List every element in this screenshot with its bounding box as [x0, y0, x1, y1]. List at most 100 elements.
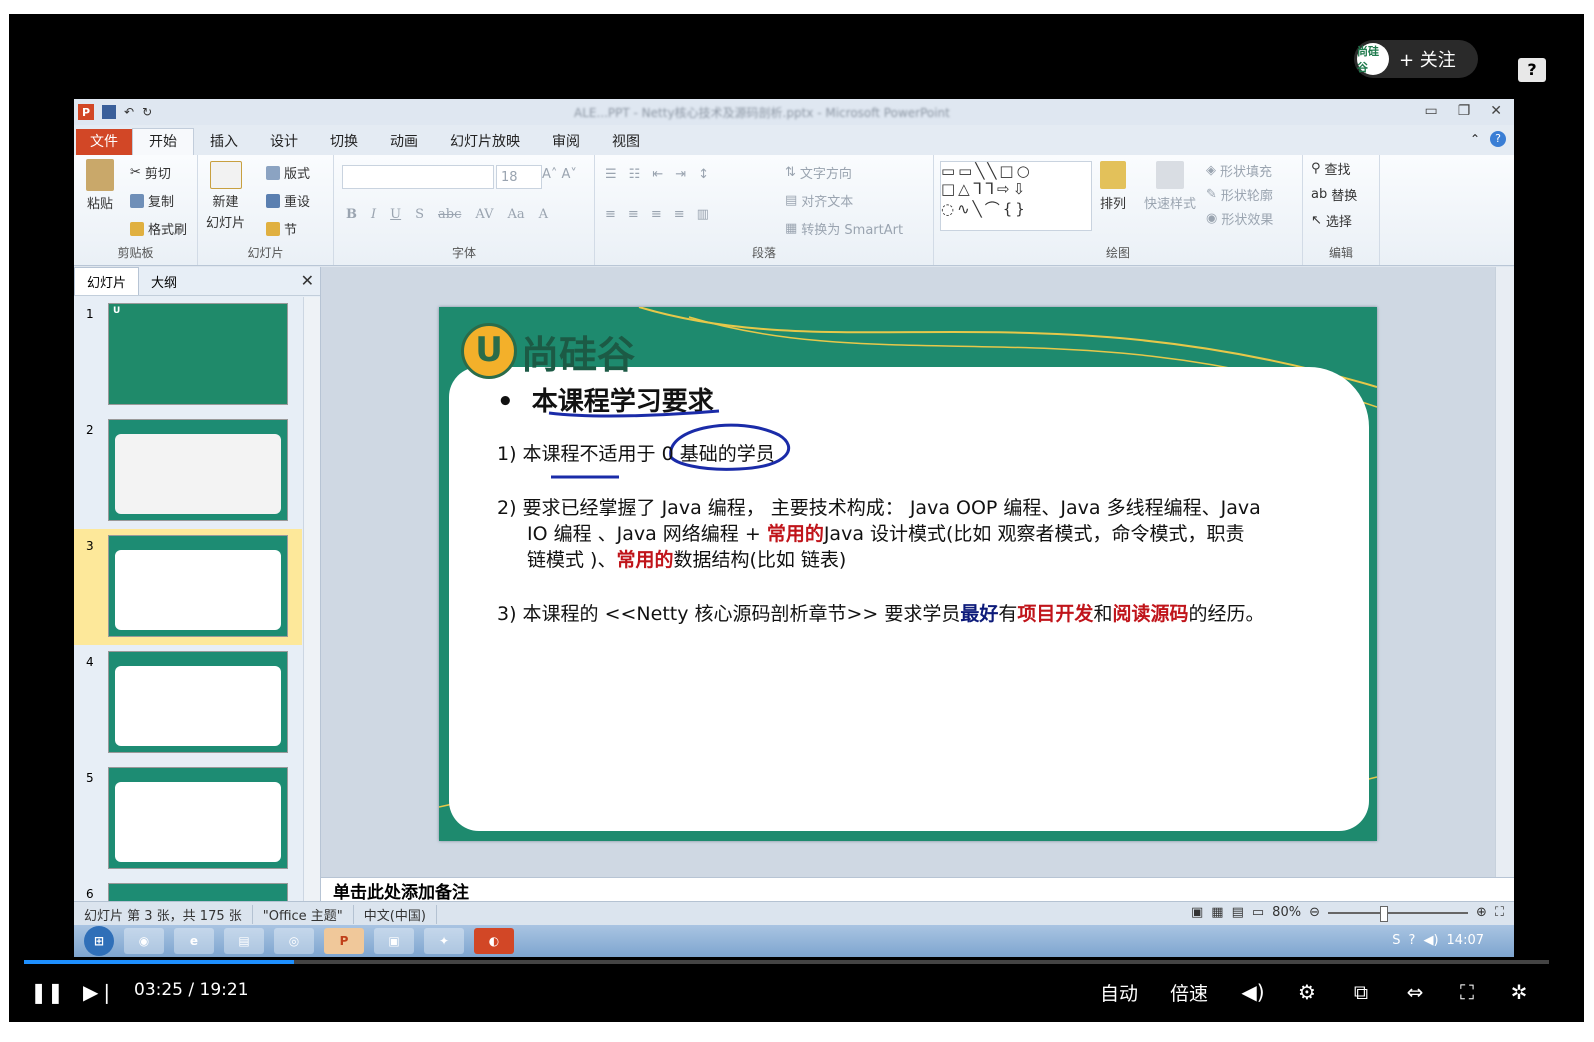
slide-thumbnail-selected[interactable]: 3	[74, 529, 302, 645]
restore-icon[interactable]: ❐	[1458, 103, 1471, 119]
paste-button[interactable]: 粘贴	[86, 159, 114, 212]
char-spacing-icon[interactable]: AV	[475, 207, 493, 222]
shapes-gallery[interactable]: ▭▭╲╲□○ □△ᒣᒣ⇨⇩ ◌∿╲⌒{}	[940, 161, 1092, 231]
zoom-in-icon[interactable]: ⊕	[1476, 905, 1487, 920]
video-player[interactable]: 尚硅谷 + 关注 ? P ↶ ↻ ALE...PPT - Netty核心技术及源…	[9, 14, 1584, 1022]
taskbar-app-1[interactable]: ◉	[124, 928, 164, 954]
replace-button[interactable]: ab 替换	[1311, 185, 1357, 204]
slide-thumbnail[interactable]: 2	[74, 413, 302, 529]
font-name-select[interactable]	[342, 165, 494, 189]
pip-icon[interactable]: ⧉	[1344, 972, 1378, 1012]
taskbar-powerpoint-icon[interactable]: P	[324, 928, 364, 954]
auto-quality-button[interactable]: 自动	[1094, 972, 1144, 1012]
editor-scrollbar[interactable]	[1495, 267, 1514, 877]
tab-view[interactable]: 视图	[596, 129, 656, 155]
snapshot-icon[interactable]: ✲	[1502, 972, 1536, 1012]
current-slide[interactable]: U 尚硅谷 • 本课程学习要求 1) 本课程不适用于 0 基础的学员 2) 要求…	[439, 307, 1377, 841]
progress-bar[interactable]	[24, 960, 1549, 964]
start-button[interactable]: ⊞	[84, 926, 114, 956]
volume-icon[interactable]: ◀)	[1236, 972, 1270, 1012]
taskbar-browser-icon[interactable]: ◎	[274, 928, 314, 954]
slide-thumbnail[interactable]: 4	[74, 645, 302, 761]
section-button[interactable]: 节	[266, 219, 297, 238]
next-icon[interactable]: ▶❘	[83, 972, 115, 1012]
line-spacing-icon[interactable]: ↕	[698, 167, 709, 182]
slideshow-view-icon[interactable]: ▭	[1252, 905, 1264, 920]
help-icon[interactable]: ?	[1518, 58, 1546, 82]
taskbar-app-3[interactable]: ✦	[424, 928, 464, 954]
tray-icon[interactable]: S	[1392, 933, 1400, 948]
pause-icon[interactable]: ❚❚	[30, 972, 64, 1012]
tray-help-icon[interactable]: ?	[1409, 933, 1416, 948]
outdent-icon[interactable]: ⇥	[675, 167, 686, 182]
find-button[interactable]: ⚲ 查找	[1311, 159, 1351, 178]
undo-icon[interactable]: ↶	[124, 105, 134, 119]
help-question-icon[interactable]: ?	[1490, 131, 1506, 147]
slide-thumbnail[interactable]: 6	[74, 877, 302, 901]
save-icon[interactable]	[102, 105, 116, 119]
align-right-icon[interactable]: ≡	[651, 207, 662, 222]
fullscreen-icon[interactable]: ⛶	[1450, 972, 1484, 1012]
zoom-level[interactable]: 80%	[1272, 905, 1301, 920]
indent-icon[interactable]: ⇤	[652, 167, 663, 182]
justify-icon[interactable]: ≡	[674, 207, 685, 222]
close-pane-icon[interactable]: ✕	[301, 271, 314, 290]
italic-icon[interactable]: I	[371, 207, 376, 222]
close-icon[interactable]: ✕	[1490, 103, 1502, 119]
layout-button[interactable]: 版式	[266, 163, 310, 182]
slide-thumbnail[interactable]: 1 U	[74, 297, 302, 413]
bold-icon[interactable]: B	[346, 207, 357, 222]
font-color-icon[interactable]: A	[539, 207, 548, 222]
taskbar-folder-icon[interactable]: ▤	[224, 928, 264, 954]
redo-icon[interactable]: ↻	[142, 105, 152, 119]
arrange-button[interactable]: 排列	[1100, 161, 1126, 212]
tab-slides-pane[interactable]: 幻灯片	[74, 267, 140, 295]
tab-home[interactable]: 开始	[132, 128, 194, 155]
speed-button[interactable]: 倍速	[1164, 972, 1214, 1012]
change-case-icon[interactable]: Aa	[508, 207, 525, 222]
reset-button[interactable]: 重设	[266, 191, 310, 210]
widescreen-icon[interactable]: ⇔	[1398, 972, 1432, 1012]
slides-pane-scrollbar[interactable]	[303, 297, 320, 901]
shape-fill-button[interactable]: ◈ 形状填充	[1206, 161, 1272, 180]
bullets-icon[interactable]: ☰	[605, 167, 617, 182]
minimize-icon[interactable]: ▭	[1424, 103, 1437, 119]
shape-effects-button[interactable]: ◉ 形状效果	[1206, 209, 1273, 228]
align-text-button[interactable]: ▤ 对齐文本	[785, 191, 853, 210]
shadow-icon[interactable]: S	[415, 207, 424, 222]
zoom-slider[interactable]	[1327, 905, 1468, 922]
tab-file[interactable]: 文件	[76, 129, 132, 155]
font-size-select[interactable]: 18	[496, 165, 542, 189]
zoom-slider-knob[interactable]	[1379, 905, 1388, 922]
strikethrough-icon[interactable]: abc	[438, 207, 461, 222]
format-painter-button[interactable]: 格式刷	[130, 219, 187, 238]
follow-button[interactable]: 尚硅谷 + 关注	[1354, 40, 1478, 78]
tab-slideshow[interactable]: 幻灯片放映	[434, 129, 536, 155]
align-center-icon[interactable]: ≡	[628, 207, 639, 222]
grow-font-icon[interactable]: A˄ A˅	[542, 167, 577, 182]
reading-view-icon[interactable]: ▤	[1232, 905, 1244, 920]
collapse-ribbon-icon[interactable]: ⌃	[1470, 132, 1480, 146]
slide-thumbnail[interactable]: 5	[74, 761, 302, 877]
smartart-button[interactable]: ▦ 转换为 SmartArt	[785, 219, 903, 238]
align-left-icon[interactable]: ≡	[605, 207, 616, 222]
underline-icon[interactable]: U	[390, 207, 401, 222]
quick-styles-button[interactable]: 快速样式	[1144, 161, 1196, 212]
tab-design[interactable]: 设计	[254, 129, 314, 155]
shape-outline-button[interactable]: ✎ 形状轮廓	[1206, 185, 1273, 204]
tab-review[interactable]: 审阅	[536, 129, 596, 155]
new-slide-button[interactable]: 新建 幻灯片	[206, 161, 245, 231]
settings-icon[interactable]: ⚙	[1290, 972, 1324, 1012]
text-direction-button[interactable]: ⇅ 文字方向	[785, 163, 852, 182]
taskbar-app-4[interactable]: ◐	[474, 928, 514, 954]
volume-tray-icon[interactable]: ◀)	[1423, 933, 1438, 948]
tab-outline-pane[interactable]: 大纲	[139, 268, 189, 295]
normal-view-icon[interactable]: ▣	[1191, 905, 1203, 920]
notes-placeholder[interactable]: 单击此处添加备注	[321, 877, 1514, 903]
numbering-icon[interactable]: ☷	[629, 167, 641, 182]
tab-transitions[interactable]: 切换	[314, 129, 374, 155]
tab-insert[interactable]: 插入	[194, 129, 254, 155]
taskbar-app-2[interactable]: ▣	[374, 928, 414, 954]
tab-animations[interactable]: 动画	[374, 129, 434, 155]
cut-button[interactable]: ✂ 剪切	[130, 163, 171, 182]
